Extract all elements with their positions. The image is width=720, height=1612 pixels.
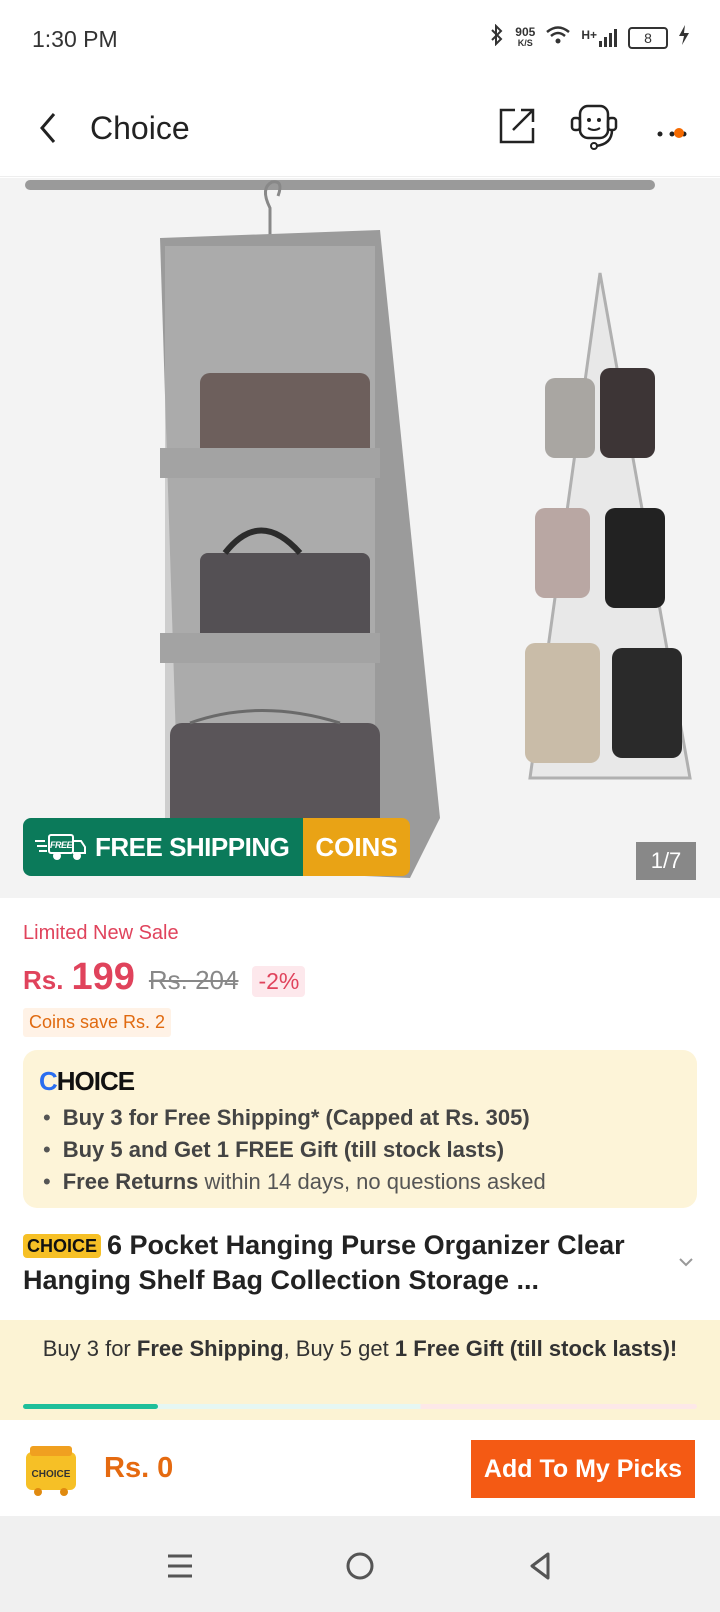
product-title-text: 6 Pocket Hanging Purse Organizer Clear H…: [23, 1230, 625, 1295]
choice-benefits-box[interactable]: CHOICE Buy 3 for Free Shipping* (Capped …: [23, 1050, 697, 1208]
benefit-bold: Buy 5 and Get 1 FREE Gift (till stock la…: [62, 1137, 505, 1162]
more-horizontal-icon: [657, 131, 687, 137]
home-button[interactable]: [340, 1546, 380, 1586]
battery-level: 8: [644, 30, 652, 46]
triangle-back-icon: [530, 1552, 550, 1580]
cart-label: CHOICE: [32, 1469, 71, 1480]
share-button[interactable]: [495, 104, 539, 148]
image-counter: 1/7: [636, 842, 696, 880]
product-title[interactable]: CHOICE 6 Pocket Hanging Purse Organizer C…: [23, 1228, 673, 1298]
benefit-item: Free Returns within 14 days, no question…: [43, 1166, 546, 1198]
recent-apps-button[interactable]: [160, 1546, 200, 1586]
bundle-text-1: Buy 3 for: [42, 1336, 137, 1361]
battery-icon: 8: [628, 27, 668, 49]
circle-home-icon: [346, 1552, 374, 1580]
net-speed-unit: K/S: [517, 38, 533, 48]
bluetooth-icon: [489, 23, 505, 52]
net-speed: 905 K/S: [515, 25, 536, 49]
delivery-truck-icon: FREE: [35, 834, 86, 860]
benefits-list: Buy 3 for Free Shipping* (Capped at Rs. …: [43, 1102, 546, 1198]
bundle-text-4: 1 Free Gift (till stock lasts)!: [394, 1336, 678, 1361]
benefit-bold: Free Returns: [62, 1169, 199, 1194]
system-nav-bar: [0, 1516, 720, 1612]
benefit-rest: within 14 days, no questions asked: [198, 1169, 546, 1194]
bundle-offer-banner[interactable]: Buy 3 for Free Shipping, Buy 5 get 1 Fre…: [0, 1320, 720, 1420]
sale-label: Limited New Sale: [23, 922, 179, 944]
notification-dot: [674, 128, 684, 138]
more-options-button[interactable]: [652, 106, 692, 150]
system-back-button[interactable]: [520, 1546, 560, 1586]
price-row: Rs. 199 Rs. 204 -2%: [23, 956, 306, 999]
bundle-progress-fill: [23, 1404, 158, 1409]
bundle-progress-track: [23, 1404, 697, 1409]
coins-promo: COINS: [303, 818, 410, 876]
choice-logo-text: CHOICE: [39, 1066, 135, 1096]
benefit-item: Buy 3 for Free Shipping* (Capped at Rs. …: [43, 1102, 546, 1134]
current-price: 199: [71, 956, 135, 998]
choice-cart-button[interactable]: CHOICE: [22, 1442, 80, 1496]
menu-icon: [168, 1554, 192, 1578]
add-to-picks-button[interactable]: Add To My Picks: [471, 1440, 695, 1498]
wifi-icon: [545, 25, 571, 51]
product-image-gallery[interactable]: [0, 178, 720, 898]
currency-label: Rs.: [23, 965, 64, 995]
chat-bot-icon: [570, 104, 618, 150]
bundle-text-2: Free Shipping: [136, 1336, 284, 1361]
chevron-left-icon: [40, 113, 56, 143]
free-shipping-label: FREE SHIPPING: [95, 831, 290, 862]
status-bar: 1:30 PM 905 K/S H+ 8: [0, 0, 720, 80]
promo-strip: FREE FREE SHIPPING COINS: [23, 818, 410, 876]
status-icons: 905 K/S H+ 8: [489, 23, 690, 52]
product-image: [0, 178, 720, 898]
free-shipping-promo: FREE FREE SHIPPING: [23, 818, 304, 876]
bottom-action-bar: CHOICE Rs. 0 Add To My Picks: [0, 1420, 720, 1516]
discount-badge: -2%: [252, 966, 306, 997]
charging-icon: [678, 25, 690, 51]
net-speed-value: 905: [515, 25, 536, 39]
benefit-bold: Buy 3 for Free Shipping* (Capped at Rs. …: [62, 1105, 530, 1130]
cart-total: Rs. 0: [104, 1452, 174, 1484]
coins-save-badge: Coins save Rs. 2: [23, 1008, 172, 1037]
signal-type: H+: [581, 28, 597, 42]
bundle-offer-text: Buy 3 for Free Shipping, Buy 5 get 1 Fre…: [40, 1336, 680, 1362]
expand-title-button[interactable]: [677, 1253, 695, 1271]
choice-badge: CHOICE: [23, 1234, 102, 1258]
share-icon: [499, 108, 535, 144]
page-title: Choice: [90, 110, 190, 146]
back-button[interactable]: [30, 106, 70, 150]
bundle-text-3: , Buy 5 get: [283, 1336, 395, 1361]
customer-support-button[interactable]: [568, 102, 620, 152]
original-price: Rs. 204: [148, 965, 239, 995]
status-time: 1:30 PM: [32, 26, 118, 52]
choice-logo: CHOICE: [39, 1066, 135, 1097]
top-bar: Choice: [0, 80, 720, 177]
choice-cart-icon: CHOICE: [26, 1446, 76, 1496]
chevron-down-icon: [679, 1258, 693, 1267]
signal-icon: H+: [581, 28, 618, 48]
free-badge-text: FREE: [50, 840, 74, 850]
benefit-item: Buy 5 and Get 1 FREE Gift (till stock la…: [43, 1134, 546, 1166]
